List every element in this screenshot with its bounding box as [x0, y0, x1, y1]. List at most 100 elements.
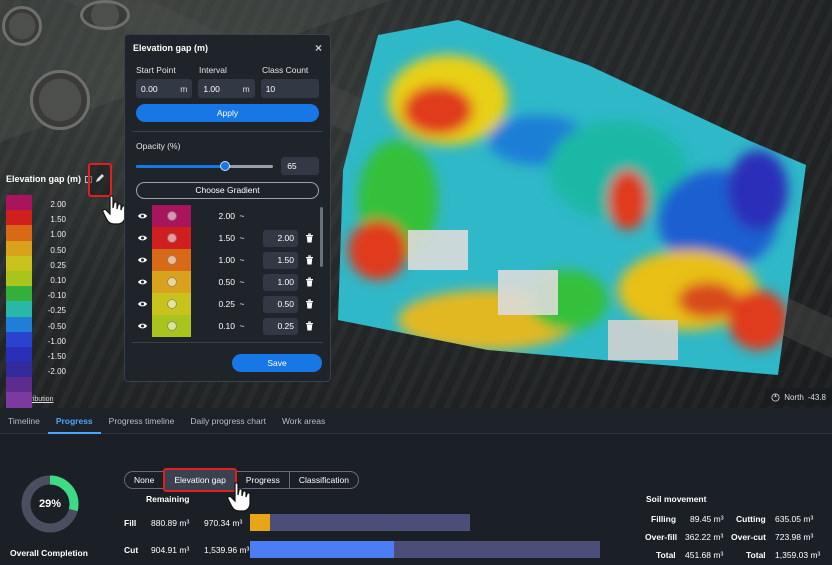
tab-work-areas[interactable]: Work areas: [274, 408, 333, 434]
class-to-input[interactable]: 1.00: [263, 273, 298, 291]
eye-icon[interactable]: [136, 254, 148, 266]
filling-label: Filling: [651, 514, 677, 524]
panel-title: Elevation gap (m): [133, 43, 209, 53]
cutting-value: 635.05 m³: [775, 514, 814, 524]
hand-pointer-icon: [227, 482, 251, 512]
class-count-label: Class Count: [262, 65, 309, 75]
overcut-label: Over-cut: [731, 532, 766, 542]
class-to-input[interactable]: 1.50: [263, 251, 298, 269]
legend-body: 2.00 1.50 1.00 0.50 0.25 0.10 -0.10 -0.25 -0.50 -…: [6, 195, 112, 408]
color-picker-icon: [166, 277, 177, 287]
field-row: 0.00 m 1.00 m 10: [125, 75, 330, 98]
elevation-gap-panel: Elevation gap (m) × Start Point Interval…: [124, 34, 331, 382]
start-point-input[interactable]: 0.00 m: [136, 79, 193, 98]
storage-tank: [80, 0, 130, 30]
eye-icon[interactable]: [136, 232, 148, 244]
class-color-swatch[interactable]: [152, 205, 191, 227]
class-list-scrollbar[interactable]: [320, 207, 323, 267]
opacity-slider[interactable]: [136, 160, 274, 171]
class-from-value: 0.50: [218, 277, 235, 287]
class-color-swatch[interactable]: [152, 271, 191, 293]
legend-label: -1.00: [47, 336, 66, 346]
edit-legend-button[interactable]: [88, 163, 112, 197]
opacity-input[interactable]: 65: [281, 157, 319, 175]
legend-swatch: [6, 377, 32, 393]
segment-none[interactable]: None: [125, 472, 163, 488]
eye-icon[interactable]: [136, 298, 148, 310]
eye-icon[interactable]: [136, 210, 148, 222]
trash-icon[interactable]: [303, 320, 315, 332]
panel-header: Elevation gap (m) ×: [125, 35, 330, 61]
save-button[interactable]: Save: [232, 354, 322, 372]
eye-icon[interactable]: [136, 276, 148, 288]
class-range-tilde: ~: [239, 233, 245, 243]
class-from-value: 2.00: [218, 211, 235, 221]
elevation-heatmap: [338, 20, 806, 375]
class-to-input[interactable]: 2.00: [263, 229, 298, 247]
legend-swatch: [6, 346, 32, 363]
storage-tank: [30, 70, 90, 130]
color-picker-icon: [166, 299, 177, 309]
trash-icon[interactable]: [303, 232, 315, 244]
segment-classification[interactable]: Classification: [288, 472, 358, 488]
class-from-value: 0.25: [218, 299, 235, 309]
fill-total: 970.34 m³: [204, 518, 243, 528]
interval-value: 1.00: [203, 83, 220, 94]
class-count-input[interactable]: 10: [260, 79, 319, 98]
class-range-tilde: ~: [239, 299, 245, 309]
start-point-unit: m: [180, 83, 188, 94]
tab-progress[interactable]: Progress: [47, 408, 101, 434]
class-color-swatch[interactable]: [152, 315, 191, 337]
bottom-tabs: Timeline Progress Progress timeline Daily p…: [0, 408, 832, 434]
start-point-value: 0.00: [141, 83, 158, 94]
class-color-swatch[interactable]: [152, 293, 191, 315]
map-viewport[interactable]: Data attribution North -43.8 Elevation g…: [0, 0, 832, 408]
apply-button[interactable]: Apply: [136, 104, 319, 122]
close-icon[interactable]: ×: [315, 41, 322, 55]
eye-icon[interactable]: [136, 320, 148, 332]
north-indicator[interactable]: North -43.8: [765, 388, 832, 406]
class-to-input[interactable]: 0.50: [263, 295, 298, 313]
segment-elevation-gap[interactable]: Elevation gap: [163, 468, 237, 492]
legend-swatch: [6, 240, 32, 256]
legend-label: -0.10: [47, 291, 66, 301]
class-count-value: 10: [265, 83, 276, 94]
total-cut-value: 1,359.03 m³: [775, 550, 821, 560]
legend-label: 0.50: [50, 245, 66, 255]
fill-progress-bar: [250, 514, 470, 531]
overfill-label: Over-fill: [645, 532, 678, 542]
class-row: 2.00 ~: [136, 205, 319, 227]
class-color-swatch[interactable]: [152, 227, 191, 249]
divider: [132, 342, 323, 343]
legend-label: -2.00: [47, 367, 66, 377]
trash-icon[interactable]: [303, 276, 315, 288]
class-range-tilde: ~: [239, 277, 245, 287]
class-from-value: 1.50: [218, 233, 235, 243]
cut-remaining: 904.91 m³: [151, 545, 190, 555]
building: [408, 230, 468, 270]
total-cut-label: Total: [746, 550, 766, 560]
class-range-tilde: ~: [239, 321, 245, 331]
legend-label: -1.50: [47, 351, 66, 361]
tab-daily-progress-chart[interactable]: Daily progress chart: [182, 408, 274, 434]
tab-progress-timeline[interactable]: Progress timeline: [101, 408, 183, 434]
tab-timeline[interactable]: Timeline: [0, 408, 48, 434]
interval-input[interactable]: 1.00 m: [198, 79, 255, 98]
choose-gradient-button[interactable]: Choose Gradient: [136, 182, 319, 199]
north-value: -43.8: [807, 392, 826, 402]
building: [608, 320, 678, 360]
trash-icon[interactable]: [303, 298, 315, 310]
opacity-slider-thumb[interactable]: [220, 160, 231, 171]
opacity-label: Opacity (%): [136, 141, 181, 151]
app-root: Data attribution North -43.8 Elevation g…: [0, 0, 832, 565]
legend-swatch: [6, 255, 32, 271]
legend-swatch: [6, 195, 32, 211]
overcut-value: 723.98 m³: [775, 532, 814, 542]
color-picker-icon: [166, 233, 177, 243]
legend-swatch: [6, 392, 32, 408]
class-color-swatch[interactable]: [152, 249, 191, 271]
class-to-input[interactable]: 0.25: [263, 317, 298, 335]
trash-icon[interactable]: [303, 254, 315, 266]
class-row: 0.25 ~0.50: [136, 293, 319, 315]
legend-swatch: [6, 362, 32, 378]
